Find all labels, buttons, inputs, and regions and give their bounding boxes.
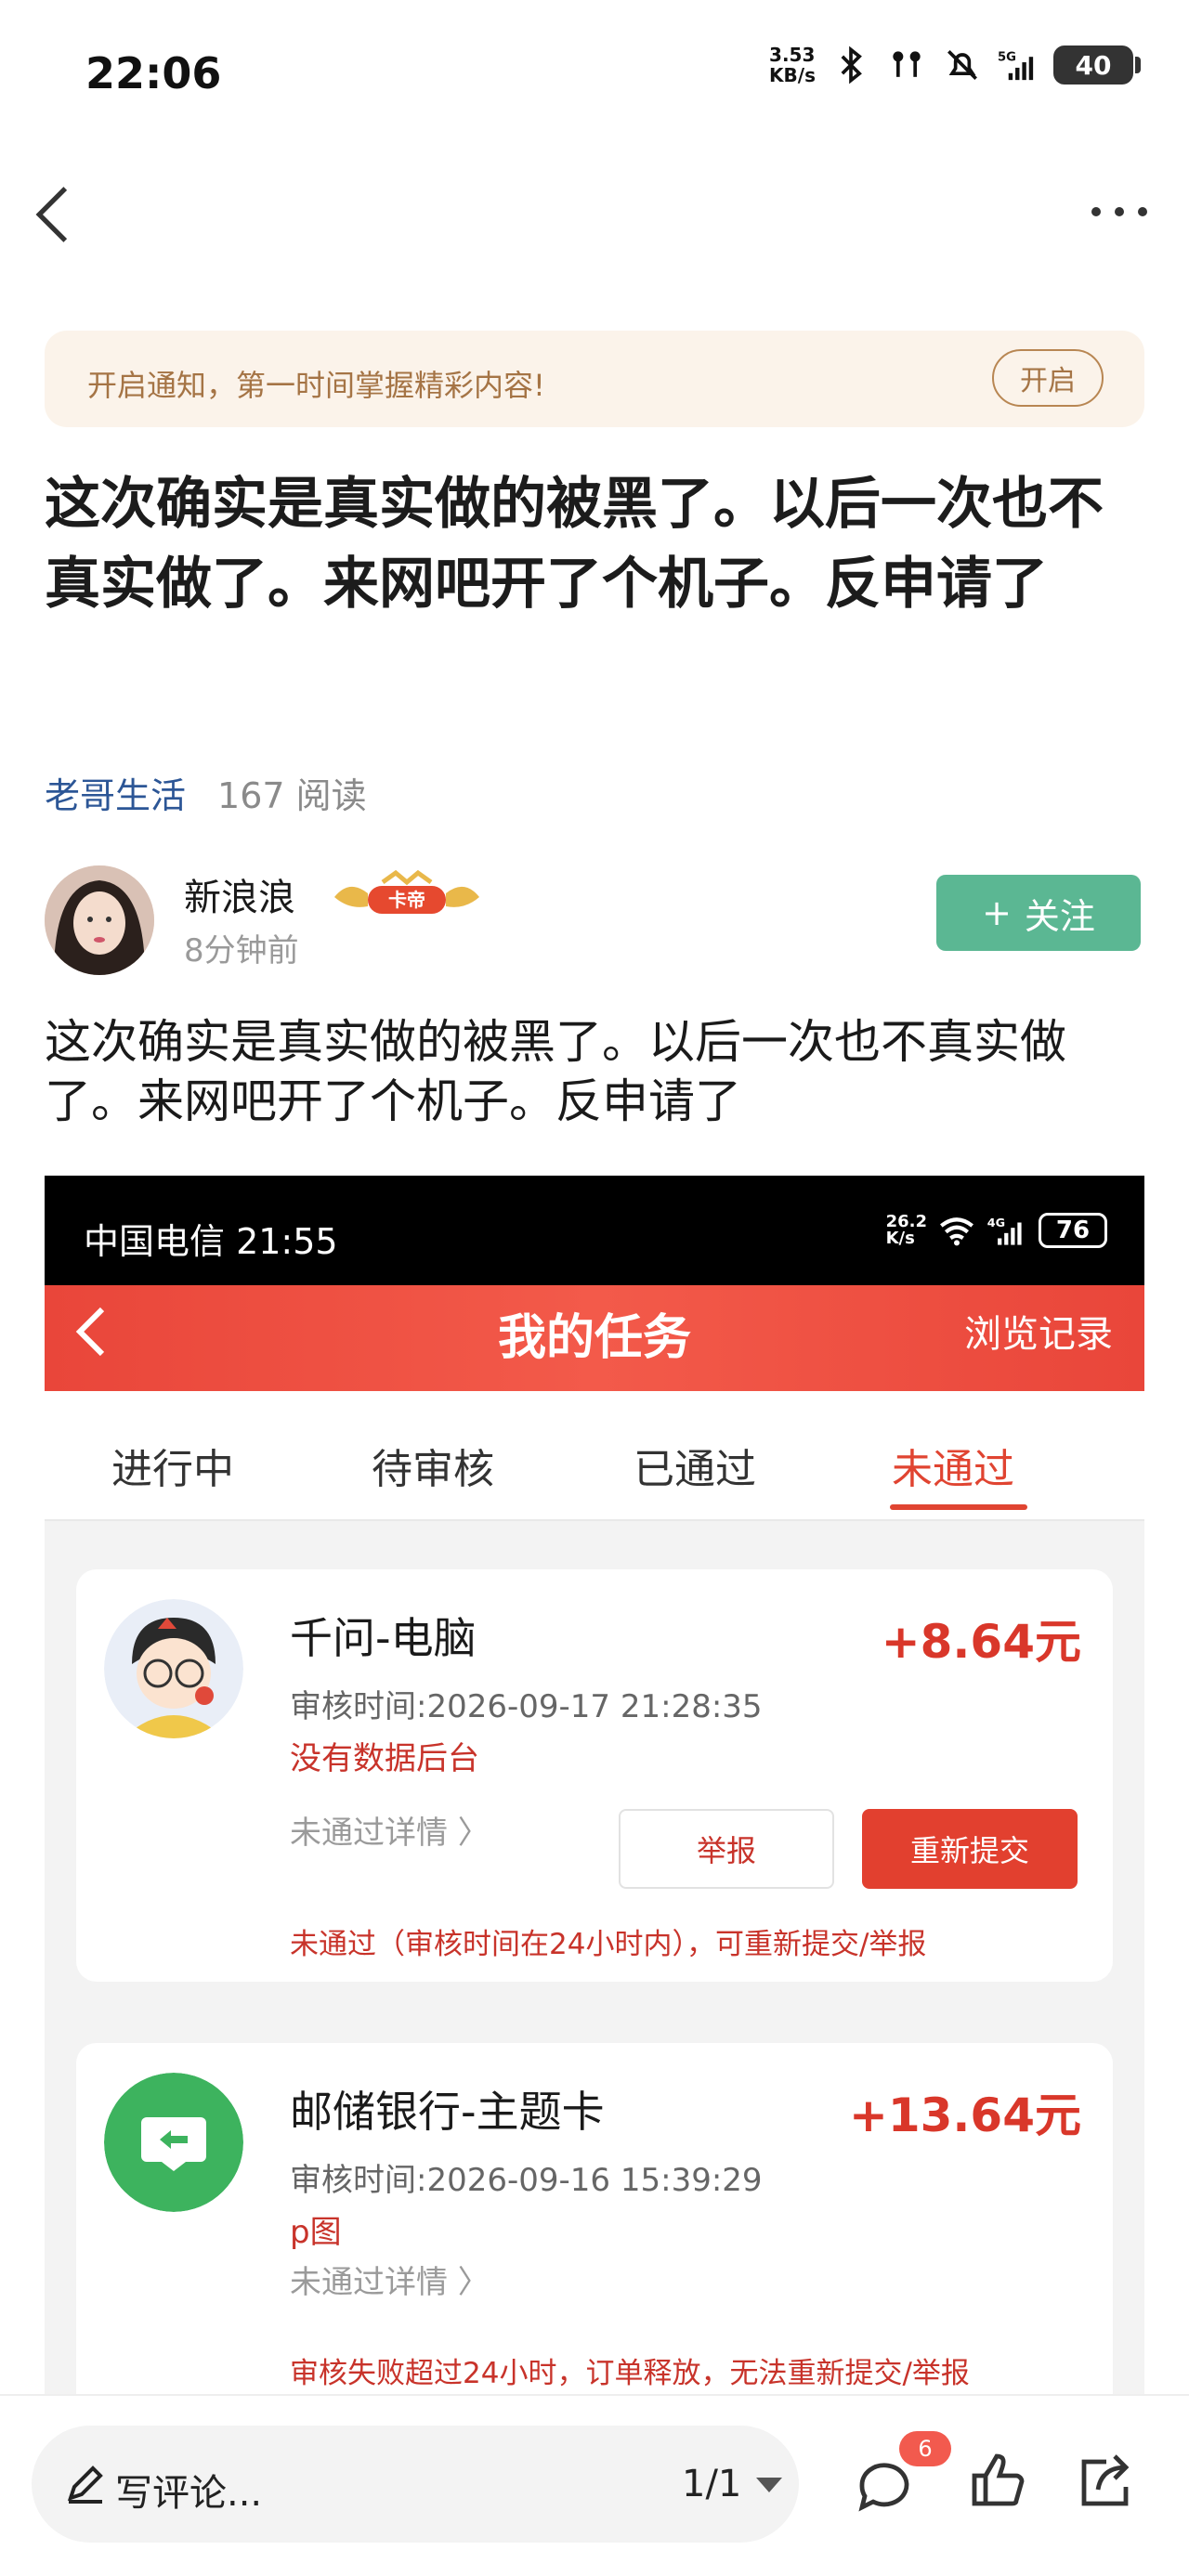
battery-indicator: 40: [1053, 46, 1141, 85]
read-count: 167 阅读: [217, 775, 367, 816]
tab-rejected[interactable]: 未通过: [892, 1436, 1014, 1495]
report-button[interactable]: 举报: [619, 1809, 834, 1889]
task-avatar: [104, 2073, 243, 2212]
task-tabs: 进行中 待审核 已通过 未通过: [45, 1391, 1144, 1521]
active-tab-indicator: [890, 1504, 1027, 1510]
page-indicator[interactable]: 1/1: [682, 2463, 741, 2505]
comment-input[interactable]: 写评论... 1/1: [32, 2426, 799, 2543]
cartoon-avatar-icon: [104, 1599, 243, 1738]
post-time: 8分钟前: [184, 932, 299, 969]
signal-4g-icon: 4G: [987, 1216, 1022, 1245]
task-card: 千问-电脑 +8.64元 审核时间:2026-09-17 21:28:35 没有…: [76, 1569, 1113, 1982]
follow-button[interactable]: + 关注: [936, 875, 1141, 951]
reject-reason: 没有数据后台: [290, 1740, 479, 1777]
thumbs-up-icon[interactable]: [966, 2448, 1033, 2515]
review-time: 审核时间:2026-09-16 15:39:29: [290, 2162, 763, 2199]
article-meta: 老哥生活 167 阅读: [45, 767, 367, 818]
review-time: 审核时间:2026-09-17 21:28:35: [290, 1688, 763, 1725]
browse-history-link[interactable]: 浏览记录: [964, 1304, 1113, 1358]
badge-icon: 卡帝: [334, 869, 479, 914]
share-icon[interactable]: [1070, 2448, 1137, 2515]
tab-approved[interactable]: 已通过: [634, 1436, 756, 1495]
tab-pending-review[interactable]: 待审核: [372, 1436, 494, 1495]
status-note: 未通过（审核时间在24小时内），可重新提交/举报: [290, 1928, 927, 1961]
author-name[interactable]: 新浪浪: [184, 867, 295, 921]
reject-detail-link[interactable]: 未通过详情 〉: [290, 2257, 490, 2302]
more-options-icon[interactable]: [1087, 193, 1152, 230]
earbuds-icon: [893, 51, 921, 77]
task-amount: +8.64元: [881, 1615, 1081, 1669]
pencil-icon: [67, 2465, 103, 2504]
enable-notification-button[interactable]: 开启: [992, 349, 1104, 407]
task-name: 邮储银行-主题卡: [290, 2087, 605, 2137]
comment-count-badge: 6: [899, 2431, 951, 2466]
status-time: 22:06: [85, 48, 222, 98]
bottom-action-bar: 写评论... 1/1 6: [0, 2394, 1189, 2576]
svg-text:5G: 5G: [998, 51, 1016, 65]
article-body: 这次确实是真实做的被黑了。以后一次也不真实做了。来网吧开了个机子。反申请了: [45, 1015, 1066, 1128]
article-title: 这次确实是真实做的被黑了。以后一次也不真实做了。来网吧开了个机子。反申请了: [45, 472, 1104, 617]
reject-reason: p图: [290, 2214, 342, 2251]
embedded-status-bar: 中国电信 21:55 26.2 K/s 4G 76: [45, 1176, 1144, 1285]
reject-detail-link[interactable]: 未通过详情 〉: [290, 1807, 490, 1853]
back-arrow-icon[interactable]: [26, 182, 82, 247]
task-name: 千问-电脑: [290, 1613, 477, 1663]
embedded-screenshot[interactable]: 中国电信 21:55 26.2 K/s 4G 76 我的任务 浏览记录 进行中: [45, 1176, 1144, 2396]
mute-bell-icon: [947, 50, 977, 80]
task-avatar: [104, 1599, 243, 1738]
status-note: 审核失败超过24小时，订单释放，无法重新提交/举报: [290, 2357, 970, 2390]
plus-icon: +: [982, 892, 1012, 933]
wifi-icon: [940, 1217, 973, 1246]
status-icons: 3.53 KB/s 5G 40: [769, 44, 1141, 86]
notification-text: 开启通知，第一时间掌握精彩内容!: [87, 368, 545, 403]
avatar[interactable]: [45, 865, 154, 975]
svg-text:卡帝: 卡帝: [388, 889, 425, 911]
task-card: 邮储银行-主题卡 +13.64元 审核时间:2026-09-16 15:39:2…: [76, 2043, 1113, 2396]
net-speed: 3.53 KB/s: [769, 44, 816, 86]
notification-banner: 开启通知，第一时间掌握精彩内容! 开启: [45, 331, 1144, 427]
avatar-portrait-icon: [45, 865, 154, 975]
embedded-status-icons: 26.2 K/s 4G 76: [886, 1213, 1107, 1248]
embedded-net-speed: 26.2 K/s: [885, 1212, 927, 1248]
resubmit-button[interactable]: 重新提交: [862, 1809, 1078, 1889]
embedded-battery: 76: [1039, 1213, 1107, 1248]
status-bar: 22:06 3.53 KB/s 5G 40: [0, 0, 1189, 149]
svg-text:4G: 4G: [987, 1216, 1005, 1230]
embedded-carrier-time: 中国电信 21:55: [84, 1221, 338, 1262]
bank-card-icon: [104, 2073, 243, 2212]
caret-down-icon[interactable]: [756, 2478, 782, 2492]
bluetooth-icon: [841, 46, 862, 85]
source-link[interactable]: 老哥生活: [45, 767, 186, 818]
embedded-header: 我的任务 浏览记录: [45, 1285, 1144, 1391]
tab-in-progress[interactable]: 进行中: [111, 1436, 234, 1495]
signal-5g-icon: 5G: [998, 51, 1034, 81]
task-amount: +13.64元: [848, 2088, 1081, 2142]
comment-placeholder: 写评论...: [115, 2472, 263, 2515]
